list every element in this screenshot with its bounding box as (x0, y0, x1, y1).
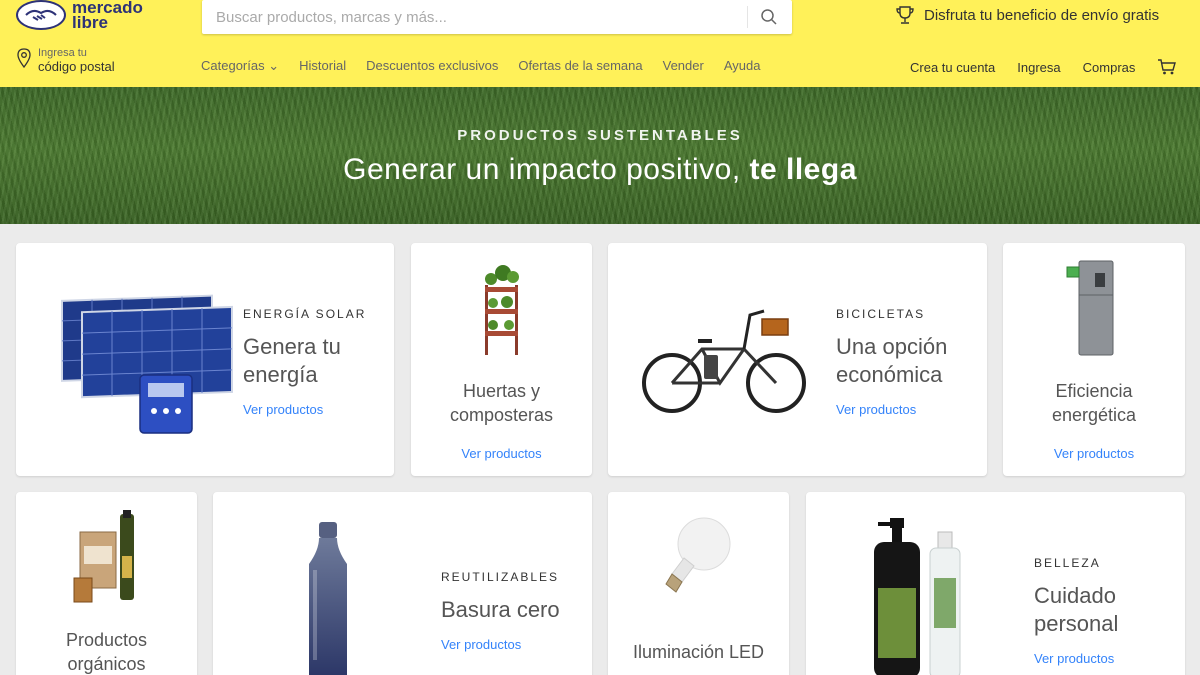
garden-planter-image (485, 265, 519, 355)
nav-categorias-label: Categorías (201, 58, 265, 73)
card-energia-solar[interactable]: ENERGÍA SOLAR Genera tu energía Ver prod… (16, 243, 394, 476)
location-pin-icon (17, 48, 31, 69)
card-title-line2: orgánicos (67, 654, 146, 674)
search-box (202, 0, 792, 34)
card-title-line2: personal (1034, 611, 1119, 636)
mercadolibre-logo[interactable]: mercado libre (16, 0, 143, 32)
promo-text: Disfruta tu beneficio de envío gratis (924, 6, 1160, 24)
led-bulb-image (665, 517, 731, 593)
logo-wordmark: mercado libre (72, 0, 143, 32)
organic-products-image (73, 510, 134, 603)
ver-productos-link[interactable]: Ver productos (441, 637, 521, 652)
main-nav: Categorías ⌄ Historial Descuentos exclus… (201, 58, 760, 74)
logo-line2: libre (72, 13, 108, 32)
solar-panel-image (61, 294, 233, 434)
banner-title: Generar un impacto positivo, te llega (0, 153, 1200, 187)
card-title-line2: composteras (449, 405, 554, 425)
trophy-icon (896, 6, 914, 24)
handshake-icon (16, 0, 66, 30)
nav-descuentos[interactable]: Descuentos exclusivos (366, 58, 498, 74)
search-icon[interactable] (760, 8, 778, 26)
card-title: Eficiencia energética (1003, 379, 1185, 427)
card-title: Basura cero (441, 597, 560, 622)
search-divider (747, 6, 748, 28)
card-reutilizables[interactable]: REUTILIZABLES Basura cero Ver productos (213, 492, 592, 675)
card-eficiencia-energetica[interactable]: Eficiencia energética Ver productos (1003, 243, 1185, 476)
create-account-link[interactable]: Crea tu cuenta (910, 60, 995, 75)
card-title: Genera tu energía (243, 333, 341, 389)
hero-banner: PRODUCTOS SUSTENTABLES Generar un impact… (0, 87, 1200, 224)
purchases-link[interactable]: Compras (1083, 60, 1136, 75)
bicycle-image (642, 309, 806, 413)
banner-title-bold: te llega (749, 153, 857, 186)
card-huertas[interactable]: Huertas y composteras Ver productos (411, 243, 592, 476)
reusable-bottle-image (309, 522, 347, 675)
personal-care-image (874, 518, 961, 675)
card-title-line2: económica (836, 362, 943, 387)
postal-code-selector[interactable]: Ingresa tu código postal (16, 47, 115, 74)
card-title: Iluminación LED (632, 642, 765, 662)
card-bicicletas[interactable]: BICICLETAS Una opción económica Ver prod… (608, 243, 987, 476)
search-input[interactable] (202, 0, 742, 34)
ver-productos-link[interactable]: Ver productos (411, 446, 592, 461)
card-eyebrow: BELLEZA (1034, 556, 1101, 570)
card-productos-organicos[interactable]: Productos orgánicos (16, 492, 197, 675)
card-title-line1: Productos (65, 630, 148, 650)
login-link[interactable]: Ingresa (1017, 60, 1060, 75)
postal-hint: Ingresa tu (38, 47, 87, 59)
card-title-line2: energética (1051, 405, 1137, 425)
card-title-line1: Una opción (836, 334, 948, 359)
ver-productos-link[interactable]: Ver productos (1003, 446, 1185, 461)
header-bar: mercado libre Disfruta tu beneficio de e… (0, 0, 1200, 87)
card-eyebrow: BICICLETAS (836, 307, 926, 321)
card-title-line2: energía (243, 362, 318, 387)
card-title-line1: Cuidado (1034, 583, 1116, 608)
banner-eyebrow: PRODUCTOS SUSTENTABLES (457, 127, 743, 144)
nav-historial[interactable]: Historial (299, 58, 346, 74)
nav-ayuda[interactable]: Ayuda (724, 58, 761, 74)
card-title: Una opción económica (836, 333, 947, 389)
postal-label: código postal (38, 59, 115, 74)
card-iluminacion-led[interactable]: Iluminación LED (608, 492, 789, 675)
chevron-down-icon: ⌄ (268, 58, 280, 73)
card-eyebrow: REUTILIZABLES (441, 570, 560, 584)
card-cuidado-personal[interactable]: BELLEZA Cuidado personal Ver productos (806, 492, 1185, 675)
cart-icon[interactable] (1157, 58, 1177, 76)
card-title-line1: Genera tu (243, 334, 341, 359)
nav-ofertas[interactable]: Ofertas de la semana (518, 58, 642, 74)
card-title: Productos orgánicos (16, 628, 197, 675)
nav-vender[interactable]: Vender (663, 58, 704, 74)
card-eyebrow: ENERGÍA SOLAR (243, 307, 367, 321)
card-title: Huertas y composteras (411, 379, 592, 427)
ver-productos-link[interactable]: Ver productos (1034, 651, 1114, 666)
ver-productos-link[interactable]: Ver productos (243, 402, 323, 417)
account-nav: Crea tu cuenta Ingresa Compras (910, 58, 1177, 76)
refrigerator-image (1066, 260, 1114, 356)
card-title: Cuidado personal (1034, 582, 1118, 638)
free-shipping-promo[interactable]: Disfruta tu beneficio de envío gratis (894, 4, 1159, 26)
card-title-line1: Eficiencia (1055, 381, 1133, 401)
ver-productos-link[interactable]: Ver productos (836, 402, 916, 417)
nav-categorias[interactable]: Categorías ⌄ (201, 58, 279, 74)
card-title-line1: Huertas y (462, 381, 541, 401)
banner-title-regular: Generar un impacto positivo, (343, 153, 741, 186)
